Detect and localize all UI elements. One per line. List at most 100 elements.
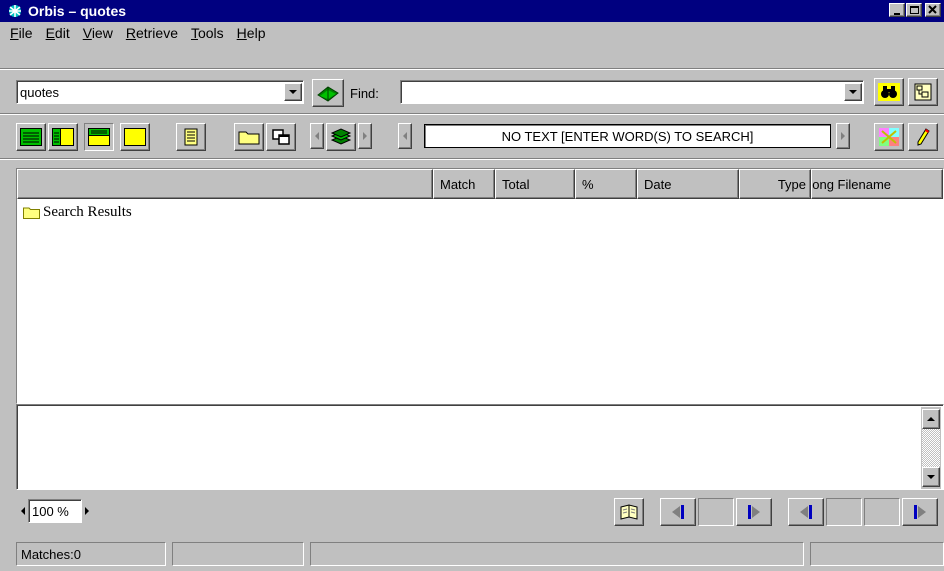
column-date[interactable]: Date xyxy=(637,169,739,199)
column-total[interactable]: Total xyxy=(495,169,575,199)
next-hit-button[interactable] xyxy=(736,498,772,526)
menu-view[interactable]: View xyxy=(83,25,113,41)
status-matches: Matches:0 xyxy=(16,542,166,566)
menu-tools[interactable]: Tools xyxy=(191,25,224,41)
results-list[interactable]: Match Total % Date Type Long Filename Se… xyxy=(16,168,944,405)
column-type[interactable]: Type xyxy=(739,169,811,199)
scroll-track[interactable] xyxy=(922,429,940,467)
status-pane xyxy=(310,542,804,566)
vertical-scrollbar[interactable] xyxy=(921,407,941,489)
pencil-icon xyxy=(917,128,930,146)
minimize-icon xyxy=(894,13,900,15)
database-dropdown-button[interactable] xyxy=(284,83,302,101)
copy-windows-icon xyxy=(272,129,290,145)
prev-search-button[interactable] xyxy=(398,123,412,149)
status-pane xyxy=(172,542,304,566)
window-title: Orbis – quotes xyxy=(28,3,127,19)
layout-split-vertical-button[interactable] xyxy=(48,123,78,151)
folder-icon xyxy=(23,207,40,219)
next-layer-button[interactable] xyxy=(358,123,372,149)
maximize-icon xyxy=(910,6,919,14)
zoom-out-button[interactable] xyxy=(18,507,28,515)
layers-icon xyxy=(330,128,352,145)
database-select[interactable]: quotes xyxy=(16,80,304,104)
layout-text-icon xyxy=(124,128,146,146)
next-document-button[interactable] xyxy=(902,498,938,526)
menu-label: ools xyxy=(197,25,224,41)
layout-full-button[interactable] xyxy=(16,123,46,151)
menu-retrieve[interactable]: Retrieve xyxy=(126,25,178,41)
database-value: quotes xyxy=(20,84,60,100)
layout-text-button[interactable] xyxy=(120,123,150,151)
arrow-left-icon xyxy=(315,132,319,140)
column-percent[interactable]: % xyxy=(575,169,637,199)
menu-hotkey: R xyxy=(125,25,136,41)
prev-hit-field xyxy=(698,498,734,526)
maximize-button[interactable] xyxy=(906,3,922,17)
menu-help[interactable]: Help xyxy=(237,25,266,41)
toolbar-separator xyxy=(0,113,944,115)
arrow-left-icon xyxy=(21,507,25,515)
open-book-icon xyxy=(620,504,638,520)
find-input[interactable] xyxy=(400,80,864,104)
prev-document-button[interactable] xyxy=(788,498,824,526)
minimize-button[interactable] xyxy=(889,3,905,17)
copy-window-button[interactable] xyxy=(266,123,296,151)
find-dropdown-button[interactable] xyxy=(844,83,862,101)
open-book-button[interactable] xyxy=(312,79,344,107)
preview-pane[interactable] xyxy=(16,404,944,490)
search-status-field[interactable]: NO TEXT [ENTER WORD(S) TO SEARCH] xyxy=(424,124,831,148)
arrow-right-icon xyxy=(85,507,89,515)
arrow-right-icon xyxy=(363,132,367,140)
zoom-in-button[interactable] xyxy=(82,507,92,515)
orbis-logo-icon xyxy=(9,5,21,17)
open-folder-button[interactable] xyxy=(234,123,264,151)
open-document-button[interactable] xyxy=(614,498,644,526)
next-document-icon xyxy=(914,505,926,519)
menu-bar: File Edit View Retrieve Tools Help xyxy=(0,22,944,44)
menu-label: dit xyxy=(54,25,70,41)
prev-document-icon xyxy=(800,505,812,519)
layout-split-horizontal-button[interactable] xyxy=(84,123,114,151)
layers-button[interactable] xyxy=(326,123,356,151)
arrow-down-icon xyxy=(927,475,935,479)
prev-hit-icon xyxy=(672,505,684,519)
close-button[interactable] xyxy=(925,3,941,17)
column-long-filename-label: Long Filename xyxy=(811,176,891,192)
map-icon xyxy=(879,128,899,146)
chevron-down-icon xyxy=(289,90,297,94)
scroll-down-button[interactable] xyxy=(922,467,940,487)
status-pane xyxy=(810,542,944,566)
prev-layer-button[interactable] xyxy=(310,123,324,149)
zoom-input[interactable]: 100 % xyxy=(28,499,82,523)
column-name[interactable] xyxy=(17,169,433,199)
column-long-filename[interactable]: Long Filename xyxy=(811,169,943,199)
menu-hotkey: V xyxy=(82,25,92,41)
tree-item-search-results[interactable]: Search Results xyxy=(23,204,132,221)
menu-hotkey: E xyxy=(45,25,55,41)
edit-button[interactable] xyxy=(908,123,938,151)
title-bar[interactable]: Orbis – quotes xyxy=(0,0,944,22)
menu-file[interactable]: File xyxy=(10,25,33,41)
document-list-button[interactable] xyxy=(176,123,206,151)
scroll-up-button[interactable] xyxy=(922,409,940,429)
menu-edit[interactable]: Edit xyxy=(46,25,70,41)
menu-hotkey: F xyxy=(10,25,19,41)
hierarchy-icon xyxy=(914,83,932,101)
chevron-down-icon xyxy=(849,90,857,94)
arrow-right-icon xyxy=(841,132,845,140)
book-icon xyxy=(317,86,339,102)
status-bar: Matches:0 xyxy=(0,540,944,571)
column-match[interactable]: Match xyxy=(433,169,495,199)
highlight-map-button[interactable] xyxy=(874,123,904,151)
results-body[interactable]: Search Results xyxy=(17,199,943,405)
prev-hit-button[interactable] xyxy=(660,498,696,526)
binoculars-icon xyxy=(878,83,900,101)
next-search-button[interactable] xyxy=(836,123,850,149)
tree-item-label: Search Results xyxy=(43,204,132,220)
zoom-control: 100 % xyxy=(18,498,92,524)
arrow-up-icon xyxy=(927,417,935,421)
arrow-left-icon xyxy=(403,132,407,140)
search-button[interactable] xyxy=(874,78,904,106)
tree-view-button[interactable] xyxy=(908,78,938,106)
